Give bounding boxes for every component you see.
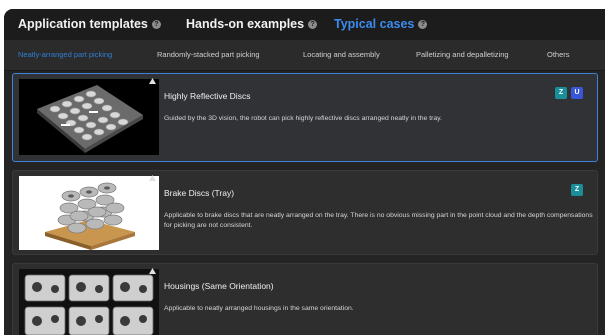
case-thumbnail	[19, 79, 159, 155]
help-icon[interactable]: ?	[308, 19, 318, 29]
case-thumbnail	[19, 176, 159, 250]
warning-icon	[149, 175, 156, 181]
top-tab-bar: Application templates ? Hands-on example…	[4, 9, 605, 40]
help-icon[interactable]: ?	[151, 19, 161, 29]
subtab-locating-assembly[interactable]: Locating and assembly	[303, 50, 380, 59]
tab-label: Typical cases	[334, 17, 415, 31]
subtab-randomly-stacked[interactable]: Randomly-stacked part picking	[157, 50, 260, 59]
tab-label: Application templates	[18, 17, 148, 31]
subtab-neatly-arranged[interactable]: Neatly-arranged part picking	[18, 50, 112, 59]
tab-hands-on-examples[interactable]: Hands-on examples ?	[186, 17, 318, 31]
card-description: Applicable to brake discs that are neatl…	[164, 212, 593, 229]
blue-badge-icon: U	[571, 87, 583, 99]
case-card[interactable]: Brake Discs (Tray) Applicable to brake d…	[12, 170, 598, 255]
card-description: Applicable to neatly arranged housings i…	[164, 305, 354, 312]
case-card[interactable]: Housings (Same Orientation) Applicable t…	[12, 263, 598, 335]
housings-image	[19, 269, 159, 335]
warning-icon	[149, 78, 156, 84]
card-title: Housings (Same Orientation)	[164, 281, 274, 291]
teal-badge-icon: Z	[555, 87, 567, 99]
card-description: Guided by the 3D vision, the robot can p…	[164, 115, 442, 122]
card-title: Brake Discs (Tray)	[164, 188, 235, 198]
case-card[interactable]: Highly Reflective Discs Guided by the 3D…	[12, 73, 598, 162]
help-icon[interactable]: ?	[418, 19, 428, 29]
category-filter-bar: Neatly-arranged part picking Randomly-st…	[4, 40, 605, 71]
tab-label: Hands-on examples	[186, 17, 305, 31]
card-title: Highly Reflective Discs	[164, 91, 251, 101]
subtab-others[interactable]: Others	[547, 50, 570, 59]
app-window: Application templates ? Hands-on example…	[4, 9, 605, 335]
reflective-discs-image	[19, 79, 159, 155]
tab-typical-cases[interactable]: Typical cases ?	[334, 17, 428, 31]
brake-discs-image	[19, 176, 159, 250]
warning-icon	[149, 268, 156, 274]
teal-badge-icon: Z	[571, 184, 583, 196]
subtab-palletizing[interactable]: Palletizing and depalletizing	[416, 50, 509, 59]
case-thumbnail	[19, 269, 159, 335]
tab-application-templates[interactable]: Application templates ?	[18, 17, 161, 31]
